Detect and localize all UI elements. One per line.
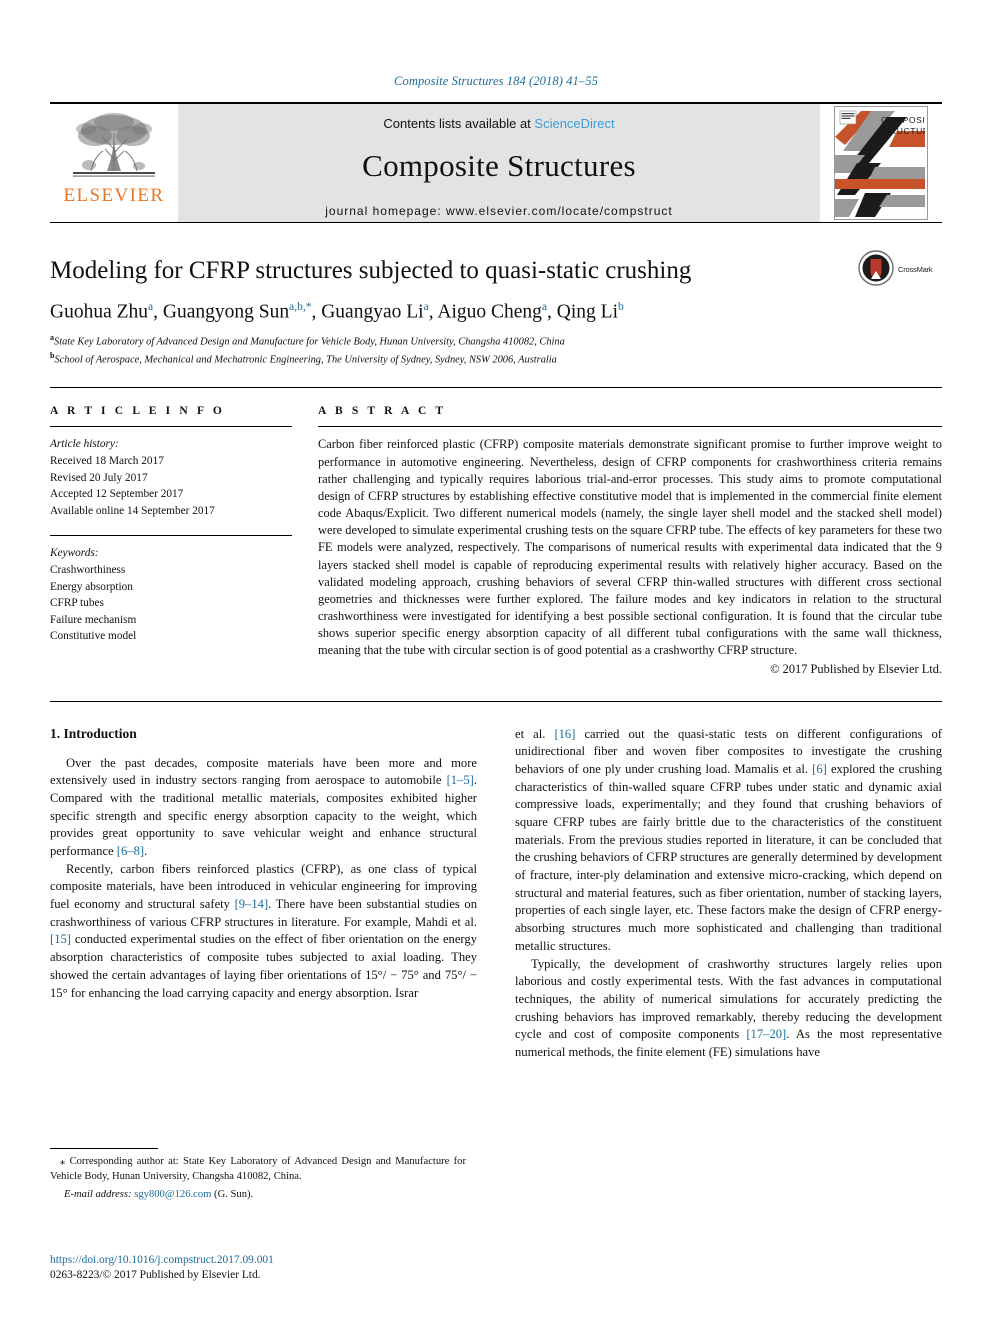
citation-link[interactable]: [15] (50, 932, 71, 946)
keyword-item: Failure mechanism (50, 613, 137, 626)
journal-homepage-link[interactable]: journal homepage: www.elsevier.com/locat… (325, 204, 672, 218)
crossmark-icon (858, 249, 894, 291)
author-affiliation-marker: a (423, 301, 429, 313)
email-note: E-mail address: sgy800@126.com (G. Sun). (50, 1189, 466, 1200)
citation-link[interactable]: [9–14] (235, 897, 269, 911)
affiliation-list: aState Key Laboratory of Advanced Design… (50, 332, 942, 368)
citation-link[interactable]: [1–5] (447, 773, 474, 787)
left-column-paragraphs: Over the past decades, composite materia… (50, 755, 477, 1003)
paper-page: Composite Structures 184 (2018) 41–55 EL… (0, 0, 992, 1323)
footnote-rule (50, 1148, 158, 1149)
email-link[interactable]: sgy800@126.com (134, 1189, 211, 1200)
masthead-bottom-rule (50, 222, 942, 223)
keywords-items: Crashworthiness Energy absorption CFRP tub… (50, 562, 292, 645)
elsevier-logo: ELSEVIER (50, 104, 178, 222)
body-paragraph: et al. [16] carried out the quasi-static… (515, 726, 943, 953)
article-info-rule (50, 426, 292, 428)
issn-copyright: 0263-8223/© 2017 Published by Elsevier L… (50, 1269, 261, 1282)
doi-link[interactable]: https://doi.org/10.1016/j.compstruct.201… (50, 1253, 470, 1268)
footnote-region: ⁎ Corresponding author at: State Key Lab… (50, 1148, 466, 1200)
journal-cover-thumbnail: COMPOSITE STRUCTURES (820, 104, 942, 222)
keyword-item: CFRP tubes (50, 597, 104, 610)
article-history-item: Received 18 March 2017 (50, 454, 164, 467)
author-affiliation-marker: b (618, 301, 624, 313)
author-name: Guangyong Sun (162, 301, 290, 323)
body-paragraph: Typically, the development of crashworth… (515, 956, 942, 1059)
citation-link[interactable]: [6–8] (117, 844, 144, 858)
author-affiliation-marker: a (148, 301, 154, 313)
keyword-item: Constitutive model (50, 630, 137, 643)
crossmark-label: CrossMark (898, 265, 933, 275)
keyword-item: Energy absorption (50, 580, 133, 593)
abstract-copyright: © 2017 Published by Elsevier Ltd. (770, 661, 942, 676)
citation-link[interactable]: [17–20] (746, 1027, 786, 1041)
sciencedirect-link[interactable]: ScienceDirect (534, 116, 614, 131)
keywords-rule (50, 535, 292, 537)
author-name: Guangyao Li (321, 301, 424, 323)
body-paragraph: Recently, carbon fibers reinforced plast… (50, 861, 478, 1000)
section-title-introduction: 1. Introduction (50, 725, 137, 741)
contents-available-line: Contents lists available at ScienceDirec… (383, 116, 614, 131)
article-info-column: A R T I C L E I N F O Article history: R… (50, 405, 292, 676)
keywords-block: Keywords: Crashworthiness Energy absorpti… (50, 545, 292, 645)
body-columns: 1. Introduction Over the past decades, c… (50, 726, 942, 1062)
article-info-heading: A R T I C L E I N F O (50, 405, 225, 418)
abstract-column: A B S T R A C T Carbon fiber reinforced … (318, 405, 942, 676)
page-title: Modeling for CFRP structures subjected t… (50, 257, 692, 284)
article-history-item: Accepted 12 September 2017 (50, 488, 184, 501)
citation-link[interactable]: [6] (812, 762, 827, 776)
svg-text:COMPOSITE: COMPOSITE (881, 115, 925, 125)
footer-region: https://doi.org/10.1016/j.compstruct.201… (50, 1253, 470, 1284)
article-history-label: Article history: (50, 438, 119, 451)
contents-prefix: Contents lists available at (383, 116, 535, 131)
article-history-item: Revised 20 July 2017 (50, 471, 148, 484)
abstract-text: Carbon fiber reinforced plastic (CFRP) c… (318, 437, 942, 658)
citation-link[interactable]: [16] (554, 727, 575, 741)
author-list: Guohua Zhua, Guangyong Suna,b,*, Guangya… (50, 301, 624, 323)
keyword-item: Crashworthiness (50, 563, 126, 576)
info-separator-rule (50, 387, 942, 389)
title-block: Modeling for CFRP structures subjected t… (50, 249, 942, 368)
article-history-item: Available online 14 September 2017 (50, 504, 215, 517)
journal-masthead: ELSEVIER Contents lists available at Sci… (50, 102, 942, 222)
elsevier-wordmark: ELSEVIER (63, 185, 165, 206)
elsevier-tree-icon (71, 109, 157, 185)
author-affiliation-marker: a,b,* (289, 301, 312, 313)
body-column-right: et al. [16] carried out the quasi-static… (515, 726, 942, 1062)
author-name: Aiguo Cheng (437, 301, 542, 323)
article-history-items: Received 18 March 2017 Revised 20 July 20… (50, 453, 292, 519)
corresponding-author-note: ⁎ Corresponding author at: State Key Lab… (50, 1156, 466, 1182)
right-column-paragraphs: et al. [16] carried out the quasi-static… (515, 726, 942, 1062)
affiliation: aState Key Laboratory of Advanced Design… (50, 332, 565, 348)
author-name: Guohua Zhu (50, 301, 149, 323)
abstract-heading: A B S T R A C T (318, 405, 447, 418)
journal-title: Composite Structures (362, 148, 636, 183)
keywords-label: Keywords: (50, 547, 99, 560)
abstract-rule (318, 426, 942, 428)
author-name: Qing Li (556, 301, 618, 323)
cover-artwork: COMPOSITE STRUCTURES (834, 106, 928, 220)
crossmark-badge[interactable]: CrossMark (858, 249, 942, 291)
body-paragraph: Over the past decades, composite materia… (50, 755, 477, 859)
running-head: Composite Structures 184 (2018) 41–55 (394, 74, 598, 88)
svg-text:STRUCTURES: STRUCTURES (878, 126, 925, 136)
affiliation: bSchool of Aerospace, Mechanical and Mec… (50, 351, 557, 366)
info-abstract-region: A R T I C L E I N F O Article history: R… (50, 405, 942, 676)
body-column-left: 1. Introduction Over the past decades, c… (50, 726, 477, 1062)
masthead-center: Contents lists available at ScienceDirec… (178, 104, 820, 222)
email-label: E-mail address: (64, 1188, 132, 1200)
email-person: (G. Sun). (214, 1188, 254, 1200)
article-history-block: Article history: Received 18 March 2017 R… (50, 436, 292, 519)
body-separator-rule (50, 700, 942, 702)
author-affiliation-marker: a (541, 301, 548, 313)
